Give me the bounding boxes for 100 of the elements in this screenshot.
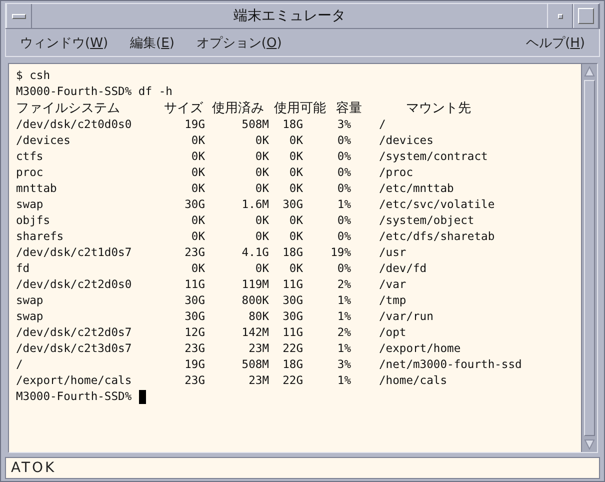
- table-cell-text: 1%: [336, 197, 351, 213]
- table-cell-text: /devices: [16, 133, 72, 149]
- table-cell-text: 19G: [184, 117, 205, 133]
- table-cell-text: 0K: [190, 261, 205, 277]
- table-cell-text: /dev/dsk/c2t2d0s0: [16, 277, 133, 293]
- menu-item[interactable]: ヘルプ(H): [526, 34, 585, 52]
- minimize-button[interactable]: [547, 4, 573, 28]
- column-header: サイズ: [164, 100, 204, 117]
- table-cell-text: 30G: [282, 293, 303, 309]
- column-header: 使用済み: [212, 100, 265, 117]
- table-cell-text: 0%: [336, 261, 351, 277]
- maximize-button[interactable]: [573, 4, 599, 28]
- table-cell-text: 0K: [190, 229, 205, 245]
- menu-item[interactable]: オプション(O): [196, 34, 282, 52]
- table-cell-text: 0K: [254, 133, 269, 149]
- terminal-line: M3000-Fourth-SSD% df -h: [16, 84, 174, 100]
- table-cell-text: /system/object: [378, 213, 474, 229]
- scroll-thumb[interactable]: [584, 80, 595, 436]
- table-cell-text: /export/home/cals: [16, 373, 133, 389]
- table-cell-text: 30G: [184, 197, 205, 213]
- scroll-up-icon[interactable]: [582, 64, 597, 79]
- table-cell-text: 12G: [184, 325, 205, 341]
- text-cursor: [138, 390, 146, 404]
- table-cell-text: 1%: [336, 309, 351, 325]
- table-cell-text: /net/m3000-fourth-ssd: [378, 357, 522, 373]
- table-cell-text: swap: [16, 293, 44, 309]
- table-cell-text: /: [378, 117, 386, 133]
- table-cell-text: 23M: [248, 373, 269, 389]
- table-cell-text: 0K: [190, 149, 205, 165]
- table-cell-text: 0K: [288, 133, 303, 149]
- table-cell-text: 1%: [336, 341, 351, 357]
- scrollbar[interactable]: [581, 64, 597, 452]
- table-cell-text: /dev/dsk/c2t1d0s7: [16, 245, 133, 261]
- table-cell-text: /usr: [378, 245, 406, 261]
- table-cell-text: 30G: [282, 197, 303, 213]
- column-header: 使用可能: [274, 100, 327, 117]
- table-cell-text: proc: [16, 165, 44, 181]
- table-cell-text: 0K: [288, 229, 303, 245]
- table-cell-text: ctfs: [16, 149, 44, 165]
- table-cell-text: 800K: [240, 293, 269, 309]
- terminal-line: $ csh: [16, 68, 52, 84]
- table-cell-text: 11G: [184, 277, 205, 293]
- table-cell-text: 18G: [282, 357, 303, 373]
- table-cell-text: 3%: [336, 117, 351, 133]
- table-cell-text: 23G: [184, 341, 205, 357]
- input-method-label: ATOK: [11, 460, 56, 476]
- table-cell-text: 508M: [240, 117, 269, 133]
- table-cell-text: /: [16, 357, 24, 373]
- column-header: マウント先: [405, 100, 471, 117]
- table-cell-text: 30G: [184, 309, 205, 325]
- table-cell-text: 0K: [288, 213, 303, 229]
- table-cell-text: 142M: [240, 325, 269, 341]
- table-cell-text: 22G: [282, 341, 303, 357]
- table-cell-text: 0K: [288, 261, 303, 277]
- table-cell-text: 23M: [248, 341, 269, 357]
- table-cell-text: /home/cals: [378, 373, 448, 389]
- window-title: 端末エミュレータ: [232, 7, 346, 26]
- table-cell-text: 0K: [288, 165, 303, 181]
- table-cell-text: 30G: [282, 309, 303, 325]
- table-cell-text: 11G: [282, 325, 303, 341]
- table-cell-text: 80K: [248, 309, 269, 325]
- table-cell-text: 508M: [240, 357, 269, 373]
- table-cell-text: 30G: [184, 293, 205, 309]
- table-cell-text: 19G: [184, 357, 205, 373]
- table-cell-text: 119M: [240, 277, 269, 293]
- table-cell-text: 4.1G: [240, 245, 269, 261]
- table-cell-text: /dev/fd: [378, 261, 427, 277]
- scroll-down-icon[interactable]: [582, 437, 597, 452]
- table-cell-text: fd: [16, 261, 31, 277]
- table-cell-text: 3%: [336, 357, 351, 373]
- table-cell-text: 0K: [190, 165, 205, 181]
- column-header: 容量: [336, 100, 363, 117]
- terminal-area[interactable]: [9, 64, 581, 452]
- table-cell-text: 0K: [254, 149, 269, 165]
- table-cell-text: /proc: [378, 165, 414, 181]
- table-cell-text: 1.6M: [240, 197, 269, 213]
- window-menu-button[interactable]: [6, 4, 32, 28]
- table-cell-text: 0K: [254, 261, 269, 277]
- table-cell-text: /dev/dsk/c2t2d0s7: [16, 325, 133, 341]
- table-cell-text: 1%: [336, 373, 351, 389]
- table-cell-text: 18G: [282, 245, 303, 261]
- table-cell-text: sharefs: [16, 229, 65, 245]
- table-cell-text: 0%: [336, 229, 351, 245]
- table-cell-text: 11G: [282, 277, 303, 293]
- table-cell-text: 23G: [184, 245, 205, 261]
- table-cell-text: /export/home: [378, 341, 461, 357]
- table-cell-text: /etc/dfs/sharetab: [378, 229, 495, 245]
- table-cell-text: 2%: [336, 325, 351, 341]
- table-cell-text: /tmp: [378, 293, 406, 309]
- table-cell-text: 23G: [184, 373, 205, 389]
- table-cell-text: 0K: [190, 213, 205, 229]
- table-cell-text: swap: [16, 309, 44, 325]
- table-cell-text: 0K: [254, 181, 269, 197]
- table-cell-text: /dev/dsk/c2t3d0s7: [16, 341, 133, 357]
- table-cell-text: 19%: [330, 245, 351, 261]
- table-cell-text: 2%: [336, 277, 351, 293]
- menu-item[interactable]: ウィンドウ(W): [20, 34, 108, 52]
- table-cell-text: 0K: [190, 133, 205, 149]
- menu-item[interactable]: 編集(E): [130, 34, 174, 52]
- table-cell-text: objfs: [16, 213, 52, 229]
